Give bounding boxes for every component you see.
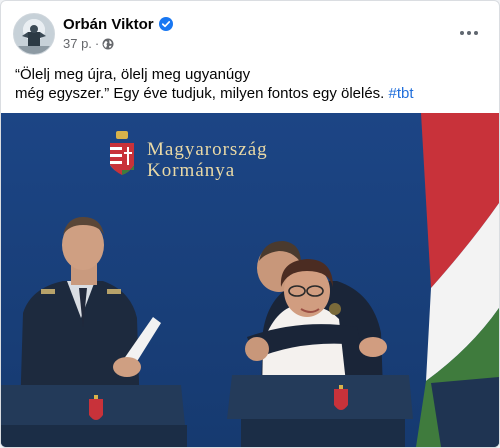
caption-line-2: még egyszer.” Egy éve tudjuk, milyen fon… — [15, 84, 485, 103]
more-options-icon[interactable] — [455, 19, 483, 47]
caption-line-1: “Ölelj meg újra, ölelj meg ugyanúgy — [15, 66, 251, 83]
author-avatar[interactable] — [13, 13, 55, 55]
post-meta: 37 p. · — [63, 36, 114, 51]
facebook-post: Orbán Viktor 37 p. · “Ölelj meg újra, öl… — [0, 0, 500, 448]
post-photo[interactable]: Magyarország Kormánya — [1, 113, 499, 447]
post-caption: “Ölelj meg újra, ölelj meg ugyanúgy még … — [15, 65, 485, 103]
globe-icon[interactable] — [102, 38, 114, 50]
backdrop-line-2: Kormánya — [147, 160, 236, 181]
backdrop-line-1: Magyarország — [147, 139, 268, 160]
caption-text: még egyszer.” Egy éve tudjuk, milyen fon… — [15, 85, 385, 102]
author-name[interactable]: Orbán Viktor — [63, 16, 154, 33]
government-logo-text: Magyarország Kormánya — [147, 139, 268, 181]
verified-badge-icon — [158, 17, 173, 31]
meta-separator: · — [94, 36, 100, 51]
post-header: Orbán Viktor 37 p. · — [13, 13, 487, 57]
post-timestamp[interactable]: 37 p. — [63, 36, 92, 51]
author-name-row: Orbán Viktor — [63, 14, 173, 34]
hashtag-link[interactable]: #tbt — [389, 85, 414, 102]
